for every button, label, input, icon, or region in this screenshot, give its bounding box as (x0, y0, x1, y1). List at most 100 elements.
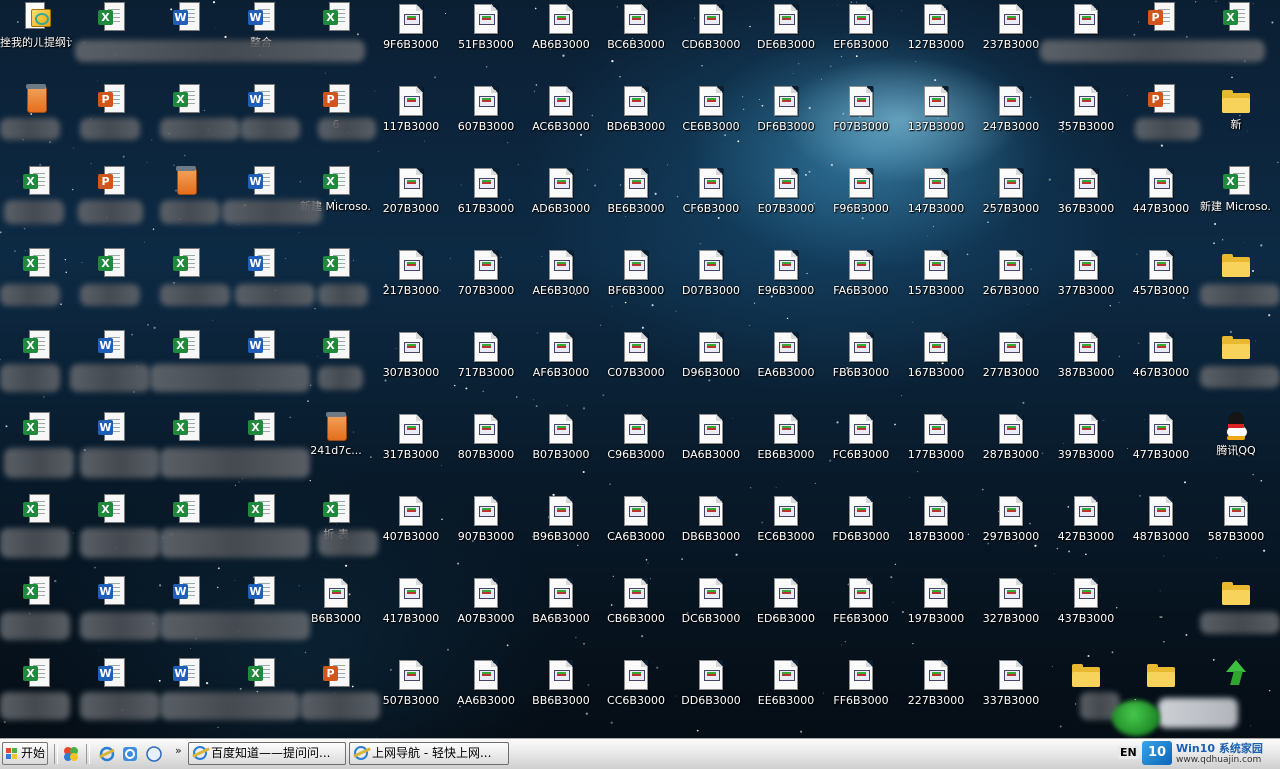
desktop-icon[interactable]: B96B3000 (525, 494, 597, 574)
desktop-icon[interactable]: 187B3000 (900, 494, 972, 574)
desktop-icon[interactable]: 157B3000 (900, 248, 972, 328)
desktop-icon[interactable]: C07B3000 (600, 330, 672, 410)
desktop-icon[interactable]: E07B3000 (750, 166, 822, 246)
desktop-icon[interactable]: DF6B3000 (750, 84, 822, 164)
desktop-icon[interactable]: 247B3000 (975, 84, 1047, 164)
desktop-icon[interactable]: 277B3000 (975, 330, 1047, 410)
desktop-icon[interactable]: 177B3000 (900, 412, 972, 492)
desktop-icon[interactable]: F96B3000 (825, 166, 897, 246)
desktop-icon[interactable]: 607B3000 (450, 84, 522, 164)
desktop-icon[interactable]: EE6B3000 (750, 658, 822, 738)
desktop-icon[interactable]: 207B3000 (375, 166, 447, 246)
desktop-icon[interactable]: D96B3000 (675, 330, 747, 410)
desktop-icon[interactable]: 挫我的ㄦ提纲计 被他的er... (0, 2, 72, 82)
desktop-icon[interactable]: AF6B3000 (525, 330, 597, 410)
desktop-icon[interactable]: 167B3000 (900, 330, 972, 410)
desktop-icon[interactable]: ED6B3000 (750, 576, 822, 656)
desktop-icon[interactable]: BD6B3000 (600, 84, 672, 164)
windows-flag-quicklaunch-icon[interactable] (62, 745, 80, 763)
desktop-icon[interactable]: 327B3000 (975, 576, 1047, 656)
desktop-icon[interactable]: 127B3000 (900, 2, 972, 82)
desktop-icon[interactable]: 217B3000 (375, 248, 447, 328)
desktop-icon[interactable]: 437B3000 (1050, 576, 1122, 656)
desktop-icon[interactable]: 487B3000 (1125, 494, 1197, 574)
desktop-icon[interactable]: 317B3000 (375, 412, 447, 492)
desktop-icon[interactable]: EB6B3000 (750, 412, 822, 492)
desktop-icon[interactable]: EF6B3000 (825, 2, 897, 82)
desktop-icon[interactable]: 267B3000 (975, 248, 1047, 328)
start-button[interactable]: 开始 (2, 742, 48, 765)
desktop-icon[interactable]: BF6B3000 (600, 248, 672, 328)
task-button-nav[interactable]: 上网导航 - 轻快上网... (349, 742, 509, 765)
desktop-icon[interactable]: 腾讯QQ (1200, 412, 1272, 492)
desktop-icon[interactable]: 237B3000 (975, 2, 1047, 82)
desktop-icon[interactable]: 387B3000 (1050, 330, 1122, 410)
desktop-icon[interactable]: 51FB3000 (450, 2, 522, 82)
desktop-icon[interactable]: AA6B3000 (450, 658, 522, 738)
desktop-icon[interactable]: CF6B3000 (675, 166, 747, 246)
desktop-icon[interactable]: FF6B3000 (825, 658, 897, 738)
safari-compass-icon[interactable] (145, 745, 163, 763)
desktop-icon[interactable]: AD6B3000 (525, 166, 597, 246)
desktop-icon[interactable]: BA6B3000 (525, 576, 597, 656)
desktop-icon[interactable]: 307B3000 (375, 330, 447, 410)
desktop-icon[interactable]: B07B3000 (525, 412, 597, 492)
desktop-icon[interactable]: CB6B3000 (600, 576, 672, 656)
desktop-icon[interactable]: 417B3000 (375, 576, 447, 656)
desktop-icon[interactable]: AC6B3000 (525, 84, 597, 164)
desktop-icon[interactable]: D07B3000 (675, 248, 747, 328)
desktop-icon[interactable]: FA6B3000 (825, 248, 897, 328)
desktop-icon[interactable]: BB6B3000 (525, 658, 597, 738)
desktop-icon[interactable]: B6B3000 (300, 576, 372, 656)
desktop-icon[interactable]: A07B3000 (450, 576, 522, 656)
desktop[interactable]: 挫我的ㄦ提纲计 被他的er...XWW整合X9F6B300051FB3000AB… (0, 0, 1280, 738)
desktop-icon[interactable]: C96B3000 (600, 412, 672, 492)
desktop-icon[interactable]: 287B3000 (975, 412, 1047, 492)
desktop-icon[interactable]: 467B3000 (1125, 330, 1197, 410)
desktop-icon[interactable]: DE6B3000 (750, 2, 822, 82)
desktop-icon[interactable]: 427B3000 (1050, 494, 1122, 574)
desktop-icon[interactable]: 907B3000 (450, 494, 522, 574)
browser-icon[interactable] (121, 745, 139, 763)
desktop-icon[interactable]: FB6B3000 (825, 330, 897, 410)
quicklaunch-overflow-chevron[interactable]: » (175, 744, 182, 757)
desktop-icon[interactable]: 257B3000 (975, 166, 1047, 246)
desktop-icon[interactable]: 197B3000 (900, 576, 972, 656)
desktop-icon[interactable]: 377B3000 (1050, 248, 1122, 328)
desktop-icon[interactable]: - (1125, 576, 1197, 656)
desktop-icon[interactable]: BE6B3000 (600, 166, 672, 246)
desktop-icon[interactable]: AE6B3000 (525, 248, 597, 328)
desktop-icon[interactable]: 337B3000 (975, 658, 1047, 738)
desktop-icon[interactable]: FE6B3000 (825, 576, 897, 656)
desktop-icon[interactable]: F07B3000 (825, 84, 897, 164)
desktop-icon[interactable]: 357B3000 (1050, 84, 1122, 164)
desktop-icon[interactable]: 367B3000 (1050, 166, 1122, 246)
desktop-icon[interactable]: CC6B3000 (600, 658, 672, 738)
desktop-icon[interactable]: 9F6B3000 (375, 2, 447, 82)
desktop-icon[interactable]: 新 (1200, 84, 1272, 164)
desktop-icon[interactable]: DD6B3000 (675, 658, 747, 738)
desktop-icon[interactable]: DA6B3000 (675, 412, 747, 492)
desktop-icon[interactable]: FD6B3000 (825, 494, 897, 574)
desktop-icon[interactable]: X 新建 Microso... (1200, 166, 1272, 246)
desktop-icon[interactable]: 447B3000 (1125, 166, 1197, 246)
desktop-icon[interactable]: EA6B3000 (750, 330, 822, 410)
desktop-icon[interactable]: BC6B3000 (600, 2, 672, 82)
desktop-icon[interactable]: 407B3000 (375, 494, 447, 574)
desktop-icon[interactable]: 297B3000 (975, 494, 1047, 574)
desktop-icon[interactable]: CA6B3000 (600, 494, 672, 574)
desktop-icon[interactable]: 137B3000 (900, 84, 972, 164)
desktop-icon[interactable]: 227B3000 (900, 658, 972, 738)
desktop-icon[interactable]: 707B3000 (450, 248, 522, 328)
desktop-icon[interactable]: CD6B3000 (675, 2, 747, 82)
desktop-icon[interactable]: 717B3000 (450, 330, 522, 410)
desktop-icon[interactable]: 477B3000 (1125, 412, 1197, 492)
task-button-baidu-zhidao[interactable]: 百度知道——提问问... (188, 742, 346, 765)
desktop-icon[interactable]: 397B3000 (1050, 412, 1122, 492)
desktop-icon[interactable]: EC6B3000 (750, 494, 822, 574)
desktop-icon[interactable]: CE6B3000 (675, 84, 747, 164)
desktop-icon[interactable]: 617B3000 (450, 166, 522, 246)
desktop-icon[interactable]: 457B3000 (1125, 248, 1197, 328)
desktop-icon[interactable]: 147B3000 (900, 166, 972, 246)
desktop-icon[interactable]: 507B3000 (375, 658, 447, 738)
